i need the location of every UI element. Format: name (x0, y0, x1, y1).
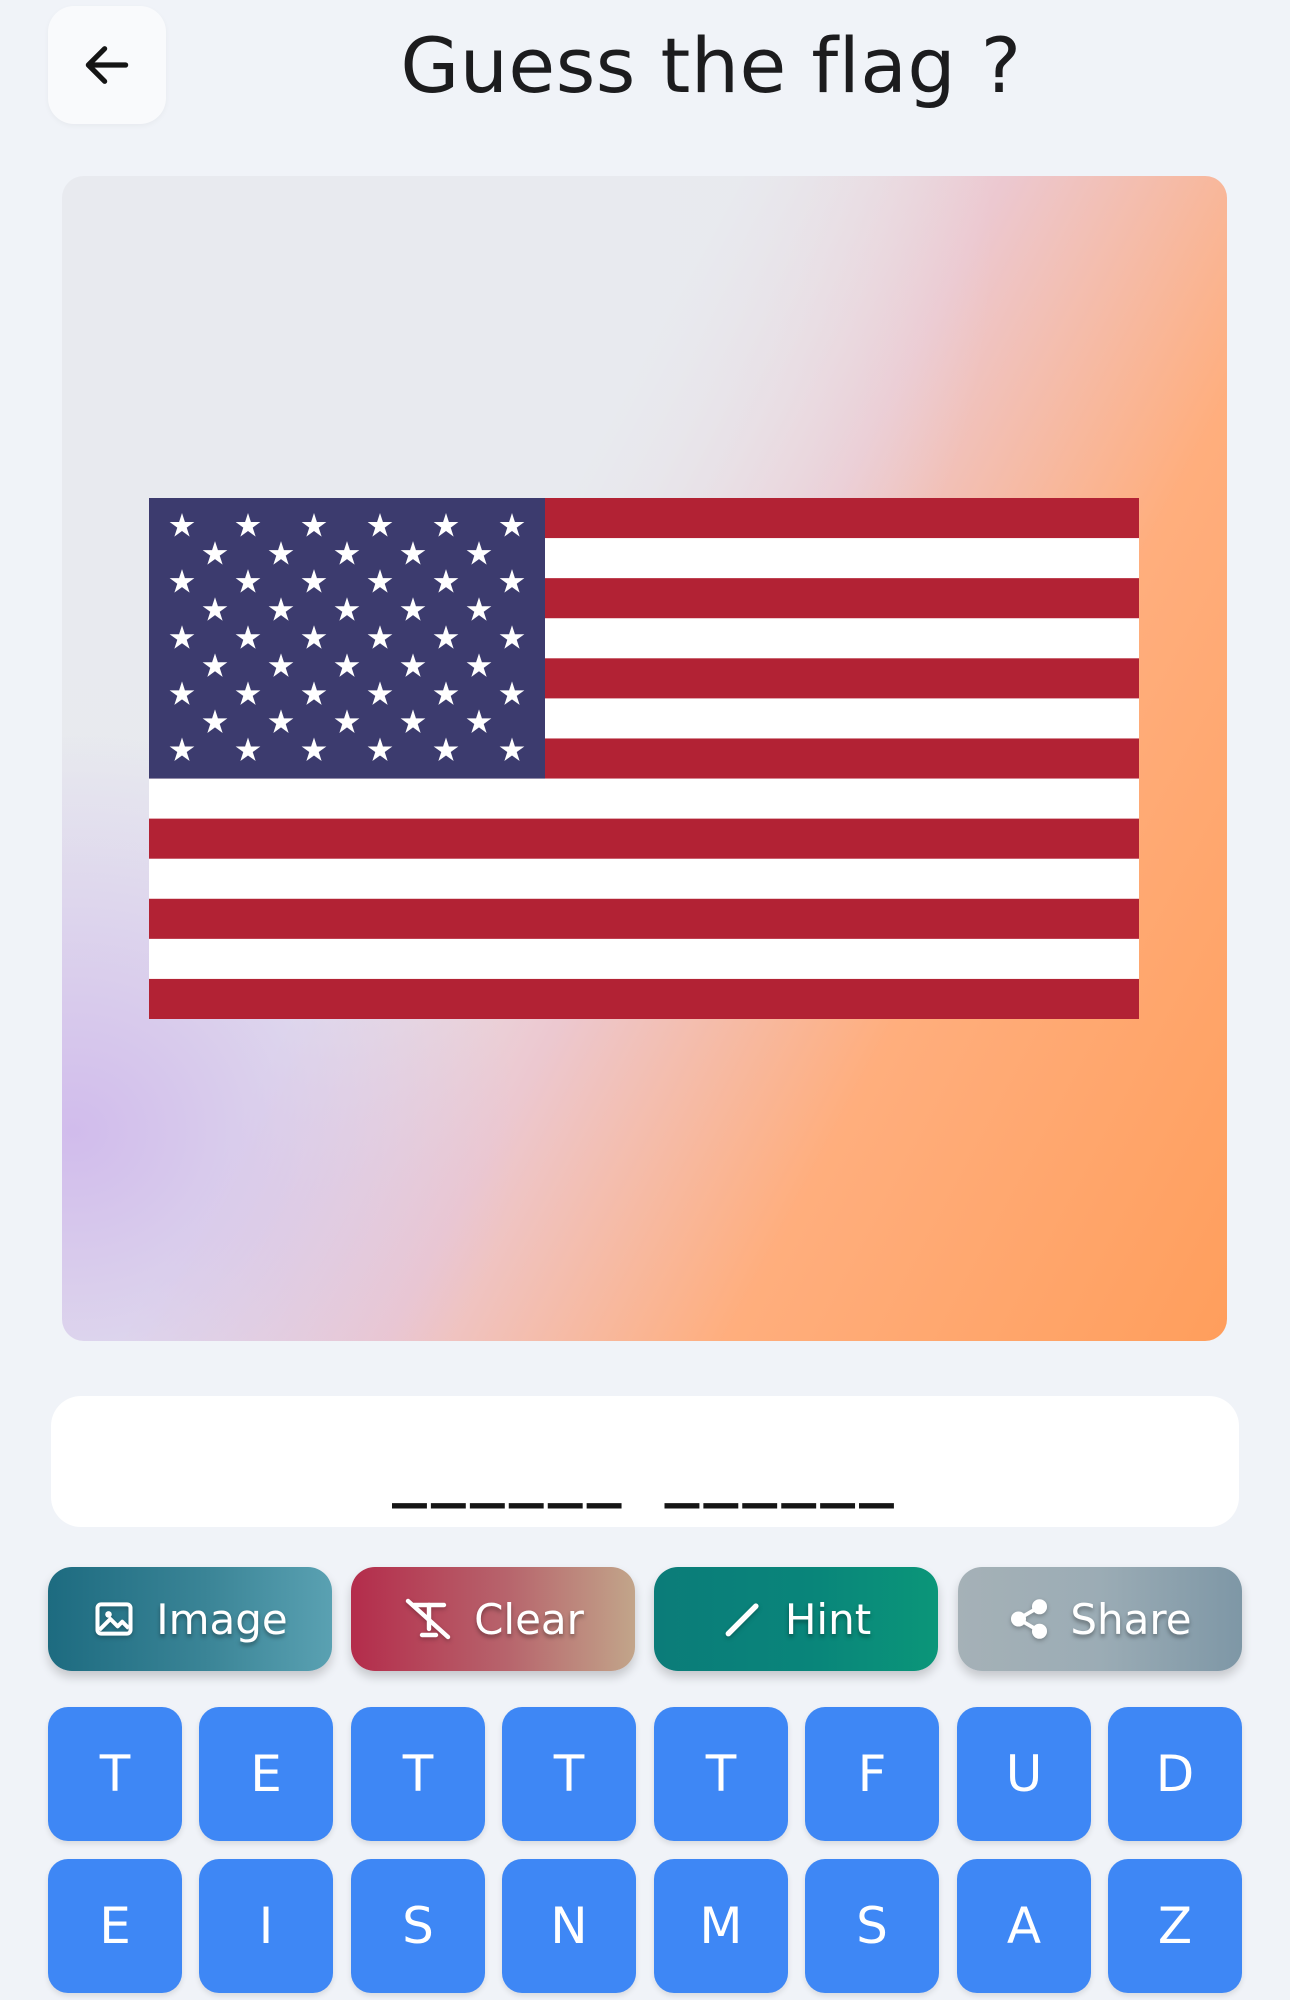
key-button[interactable]: I (199, 1859, 333, 1993)
share-button[interactable]: Share (958, 1567, 1242, 1671)
key-button[interactable]: T (351, 1707, 485, 1841)
key-button[interactable]: D (1108, 1707, 1242, 1841)
key-button[interactable]: T (654, 1707, 788, 1841)
key-button[interactable]: N (502, 1859, 636, 1993)
key-button[interactable]: Z (1108, 1859, 1242, 1993)
key-button[interactable]: M (654, 1859, 788, 1993)
key-button[interactable]: T (502, 1707, 636, 1841)
image-button[interactable]: Image (48, 1567, 332, 1671)
key-button[interactable]: A (957, 1859, 1091, 1993)
clear-format-icon (405, 1598, 451, 1640)
flag-stripe (149, 818, 1139, 859)
share-icon (1011, 1599, 1048, 1639)
flag-canton (149, 498, 545, 779)
key-button[interactable]: S (805, 1859, 939, 1993)
key-button[interactable]: E (199, 1707, 333, 1841)
flag-stripe (149, 978, 1139, 1019)
key-button[interactable]: U (957, 1707, 1091, 1841)
flag-card (62, 176, 1227, 1341)
page-title: Guess the flag ? (400, 21, 1022, 110)
hint-button[interactable]: Hint (654, 1567, 938, 1671)
key-button[interactable]: T (48, 1707, 182, 1841)
key-button[interactable]: S (351, 1859, 485, 1993)
flag-image (149, 498, 1139, 1019)
answer-field: ______ ______ (51, 1396, 1239, 1527)
image-button-label: Image (156, 1594, 288, 1644)
action-bar: Image Clear Hint Share (48, 1567, 1242, 1671)
clear-button-label: Clear (474, 1594, 584, 1644)
image-icon (95, 1602, 133, 1636)
clear-button[interactable]: Clear (351, 1567, 635, 1671)
hint-button-label: Hint (784, 1594, 872, 1644)
key-button[interactable]: E (48, 1859, 182, 1993)
flag-stripe (149, 898, 1139, 939)
answer-blanks: ______ ______ (392, 1441, 898, 1509)
key-button[interactable]: F (805, 1707, 939, 1841)
share-button-label: Share (1070, 1594, 1192, 1644)
pencil-icon (725, 1603, 759, 1637)
